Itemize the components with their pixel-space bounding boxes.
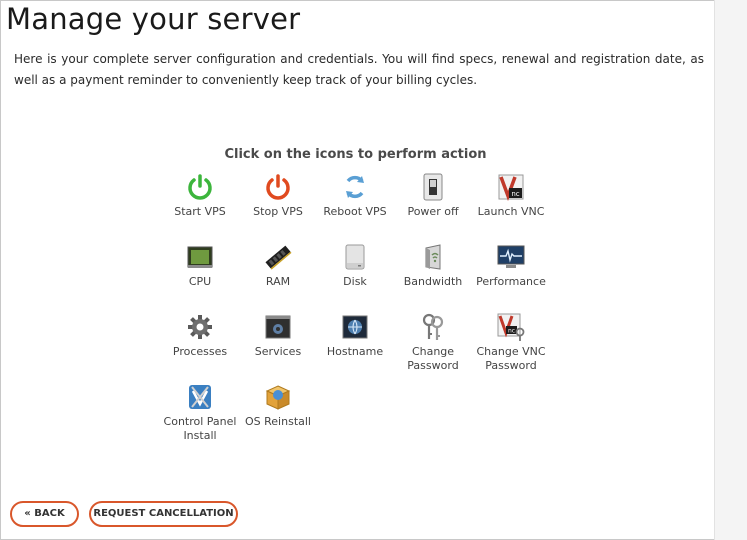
control-panel-install-button[interactable]: Control Panel Install [160,382,240,443]
change-password-label: Change Password [407,345,459,372]
change-password-button[interactable]: Change Password [393,312,473,373]
intro-text: Here is your complete server configurati… [14,52,704,87]
bandwidth-button[interactable]: Bandwidth [393,242,473,289]
svg-text:nc: nc [511,190,519,198]
change-vnc-password-label: Change VNC Password [476,345,546,372]
actions-heading: Click on the icons to perform action [224,147,487,162]
disk-icon [345,244,365,270]
disk-label: Disk [343,275,367,288]
page-title: Manage your server [6,2,301,36]
power-on-icon [188,174,212,200]
ram-label: RAM [265,275,291,288]
start-vps-button[interactable]: Start VPS [160,172,240,219]
power-off-label: Power off [407,205,459,218]
hostname-icon [342,315,368,339]
cpu-label: CPU [188,275,212,288]
power-off-icon [266,174,290,200]
hostname-label: Hostname [326,345,384,358]
os-reinstall-label: OS Reinstall [245,415,311,428]
vnc-icon: nc [498,174,524,202]
performance-icon [497,245,525,268]
services-button[interactable]: Services [238,312,318,359]
processes-gear-icon [188,315,212,339]
reboot-vps-button[interactable]: Reboot VPS [315,172,395,219]
vnc-key-icon: nc [497,313,525,341]
reboot-icon [346,175,364,199]
svg-text:nc: nc [508,328,515,335]
performance-label: Performance [476,275,546,288]
back-button[interactable]: « BACK [10,501,79,527]
services-label: Services [254,345,302,358]
cpu-button[interactable]: CPU [160,242,240,289]
control-panel-install-label: Control Panel Install [163,415,237,442]
stop-vps-label: Stop VPS [253,205,303,218]
ram-button[interactable]: RAM [238,242,318,289]
os-reinstall-icon [265,385,291,410]
right-scroll-strip [714,0,747,540]
hostname-button[interactable]: Hostname [315,312,395,359]
ram-icon [265,245,292,270]
launch-vnc-label: Launch VNC [477,205,545,218]
start-vps-label: Start VPS [174,205,226,218]
os-reinstall-button[interactable]: OS Reinstall [238,382,318,429]
request-cancellation-button[interactable]: REQUEST CANCELLATION [89,501,238,527]
bandwidth-label: Bandwidth [403,275,463,288]
cpu-icon [187,246,213,268]
bandwidth-icon [425,244,441,270]
processes-button[interactable]: Processes [160,312,240,359]
power-switch-icon [423,173,443,201]
action-icon-grid: Start VPS Stop VPS Reboot VPS Power off [160,172,560,452]
keys-icon [422,313,444,340]
stop-vps-button[interactable]: Stop VPS [238,172,318,219]
performance-button[interactable]: Performance [471,242,551,289]
launch-vnc-button[interactable]: nc Launch VNC [471,172,551,219]
power-off-button[interactable]: Power off [393,172,473,219]
control-panel-icon [189,385,211,409]
reboot-vps-label: Reboot VPS [323,205,387,218]
services-icon [265,315,291,339]
change-vnc-password-button[interactable]: nc Change VNC Password [471,312,551,373]
processes-label: Processes [172,345,228,358]
disk-button[interactable]: Disk [315,242,395,289]
